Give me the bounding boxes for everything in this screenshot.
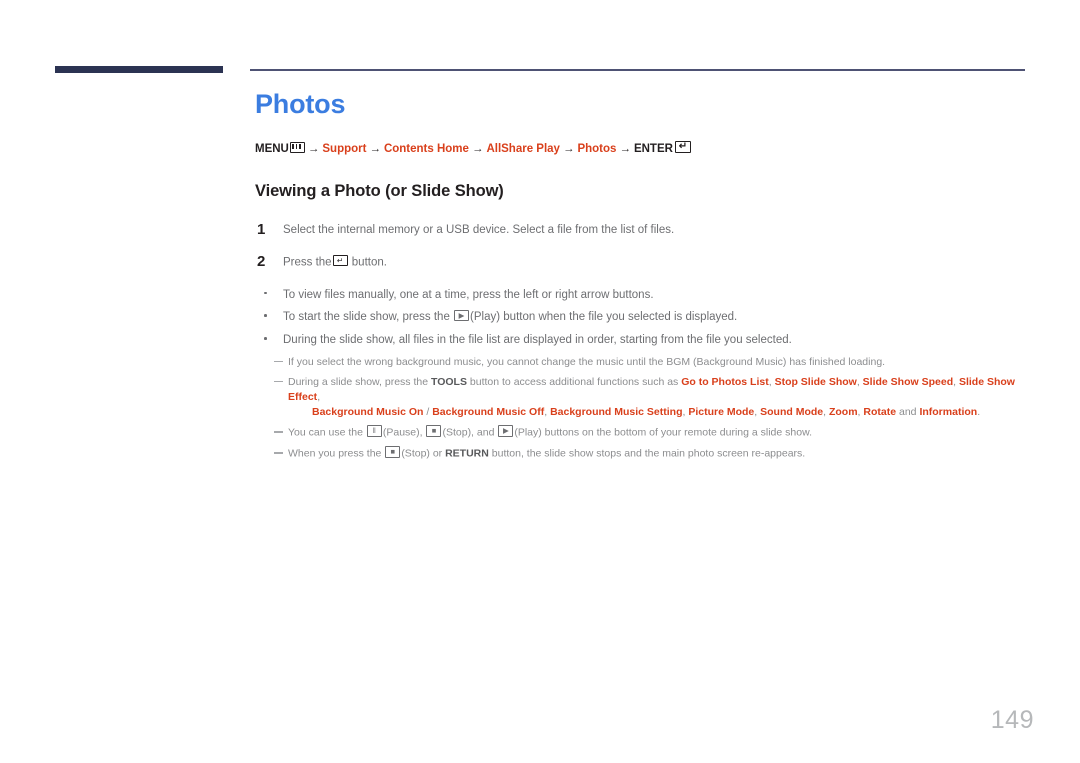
note-continuation-line: Background Music On / Background Music O… xyxy=(288,405,1045,420)
stop-glyph: ■ xyxy=(431,426,437,436)
play-glyph: ▶ xyxy=(502,426,509,436)
note-tail: button, the slide show stops and the mai… xyxy=(491,447,806,460)
return-key-label: RETURN xyxy=(445,447,489,460)
conjunction: and xyxy=(898,406,917,419)
bullet-list: To view files manually, one at a time, p… xyxy=(255,287,1045,348)
breadcrumb-arrow-4: → xyxy=(562,142,575,155)
menu-key-icon xyxy=(289,141,305,153)
header-hairline-rule xyxy=(250,69,1025,71)
slash-sep: / xyxy=(426,406,430,419)
play-key-icon: ▶ xyxy=(454,309,470,322)
step-number: 1 xyxy=(257,221,266,239)
note-lead: During a slide show, press the xyxy=(288,375,429,388)
stop-label: (Stop) or xyxy=(401,447,443,460)
note-mid: button to access additional functions su… xyxy=(469,375,679,388)
step-item: 1 Select the internal memory or a USB de… xyxy=(255,221,1045,239)
page-title: Photos xyxy=(255,89,346,119)
breadcrumb-item-contents-home[interactable]: Contents Home xyxy=(384,143,469,155)
breadcrumb-menu-label: MENU xyxy=(255,142,289,155)
breadcrumb-item-allshare-play[interactable]: AllShare Play xyxy=(486,143,560,155)
header-accent-bar xyxy=(55,66,223,73)
comma-sep: , xyxy=(317,391,321,404)
breadcrumb-arrow-1: → xyxy=(307,142,320,155)
menu-item-sound-mode[interactable]: Sound Mode xyxy=(760,406,823,418)
note-item-return: When you press the ■ (Stop) or RETURN but… xyxy=(274,446,1045,462)
comma-sep: , xyxy=(823,406,827,419)
pause-label: (Pause), xyxy=(382,426,423,439)
note-dash-icon xyxy=(274,380,283,383)
bullet-dot-icon xyxy=(264,314,267,317)
bullet-item: To start the slide show, press the ▶ (Pla… xyxy=(255,309,1045,325)
note-dash-icon xyxy=(274,360,283,362)
comma-sep: , xyxy=(857,406,861,419)
step-item: 2 Press the ↵ button. xyxy=(255,252,1045,271)
play-glyph: ▶ xyxy=(458,310,465,320)
bullet-text-before: To start the slide show, press the xyxy=(283,311,450,324)
bullet-text-after: (Play) button when the file you selected… xyxy=(470,311,738,324)
breadcrumb-arrow-5: → xyxy=(619,142,631,155)
bullet-text: To view files manually, one at a time, p… xyxy=(283,288,654,301)
breadcrumb-item-support[interactable]: Support xyxy=(322,143,366,155)
bullet-item: To view files manually, one at a time, p… xyxy=(255,287,1045,303)
step-text: Select the internal memory or a USB devi… xyxy=(283,224,675,237)
header-rule-group xyxy=(0,66,1080,76)
comma-sep: , xyxy=(856,375,860,388)
bullet-text: During the slide show, all files in the … xyxy=(283,334,792,346)
breadcrumb-arrow-2: → xyxy=(369,142,381,155)
enter-glyph: ↵ xyxy=(336,255,344,265)
stop-key-icon: ■ xyxy=(426,425,442,437)
page-number: 149 xyxy=(990,706,1034,734)
step-text-before: Press the xyxy=(283,256,332,269)
note-lead: When you press the xyxy=(288,447,382,460)
page-content: Photos MENU → Support → Contents Home → AllSha… xyxy=(255,89,1045,467)
enter-key-icon: ↵ xyxy=(332,254,348,267)
comma-sep: , xyxy=(953,375,957,388)
stop-key-icon: ■ xyxy=(385,446,401,458)
note-text: If you select the wrong background music… xyxy=(288,355,886,368)
tools-key-label: TOOLS xyxy=(431,375,467,388)
note-dash-icon xyxy=(274,452,283,454)
bullet-dot-icon xyxy=(264,337,267,340)
comma-sep: , xyxy=(682,406,686,419)
breadcrumb-arrow-3: → xyxy=(471,142,484,155)
step-number: 2 xyxy=(257,252,266,270)
play-key-icon: ▶ xyxy=(498,425,514,437)
breadcrumb: MENU → Support → Contents Home → AllShare Play… xyxy=(255,140,1045,157)
section-heading: Viewing a Photo (or Slide Show) xyxy=(255,182,504,201)
comma-sep: , xyxy=(768,375,772,388)
breadcrumb-enter-label: ENTER xyxy=(633,142,673,155)
note-lead: You can use the xyxy=(288,426,363,439)
pause-key-icon: ‖ xyxy=(366,425,382,437)
comma-sep: , xyxy=(754,406,758,419)
enter-key-icon xyxy=(674,140,691,153)
pause-glyph: ‖ xyxy=(372,426,376,436)
menu-item-information[interactable]: Information xyxy=(919,406,977,418)
menu-item-rotate[interactable]: Rotate xyxy=(863,406,896,418)
menu-item-background-music-setting[interactable]: Background Music Setting xyxy=(550,406,682,418)
comma-sep: , xyxy=(544,406,548,419)
manual-page: Photos MENU → Support → Contents Home → AllSha… xyxy=(0,0,1080,763)
stop-label: (Stop), and xyxy=(442,426,495,439)
note-item: If you select the wrong background music… xyxy=(274,355,1045,370)
note-dash-icon xyxy=(274,431,283,433)
step-text-after: button. xyxy=(351,256,387,269)
menu-item-zoom[interactable]: Zoom xyxy=(829,406,858,418)
bullet-item: During the slide show, all files in the … xyxy=(255,332,1045,348)
numbered-steps: 1 Select the internal memory or a USB de… xyxy=(255,221,1045,271)
menu-item-picture-mode[interactable]: Picture Mode xyxy=(688,406,754,418)
stop-glyph: ■ xyxy=(390,447,396,457)
terminator: . xyxy=(977,406,981,419)
breadcrumb-item-photos[interactable]: Photos xyxy=(577,143,616,155)
menu-item-background-music-on[interactable]: Background Music On xyxy=(312,406,423,418)
note-list: If you select the wrong background music… xyxy=(255,355,1045,462)
menu-item-go-to-photos-list[interactable]: Go to Photos List xyxy=(681,376,769,388)
note-item-transport-keys: You can use the ‖ (Pause), ■ (Stop), and ▶… xyxy=(274,425,1045,441)
play-label: (Play) buttons on the bottom of your rem… xyxy=(514,426,813,439)
menu-item-stop-slide-show[interactable]: Stop Slide Show xyxy=(775,376,857,388)
menu-item-background-music-off[interactable]: Background Music Off xyxy=(432,406,544,418)
bullet-dot-icon xyxy=(264,291,267,295)
menu-item-slide-show-speed[interactable]: Slide Show Speed xyxy=(863,376,953,388)
note-item-tools: During a slide show, press the TOOLS but… xyxy=(274,375,1045,421)
